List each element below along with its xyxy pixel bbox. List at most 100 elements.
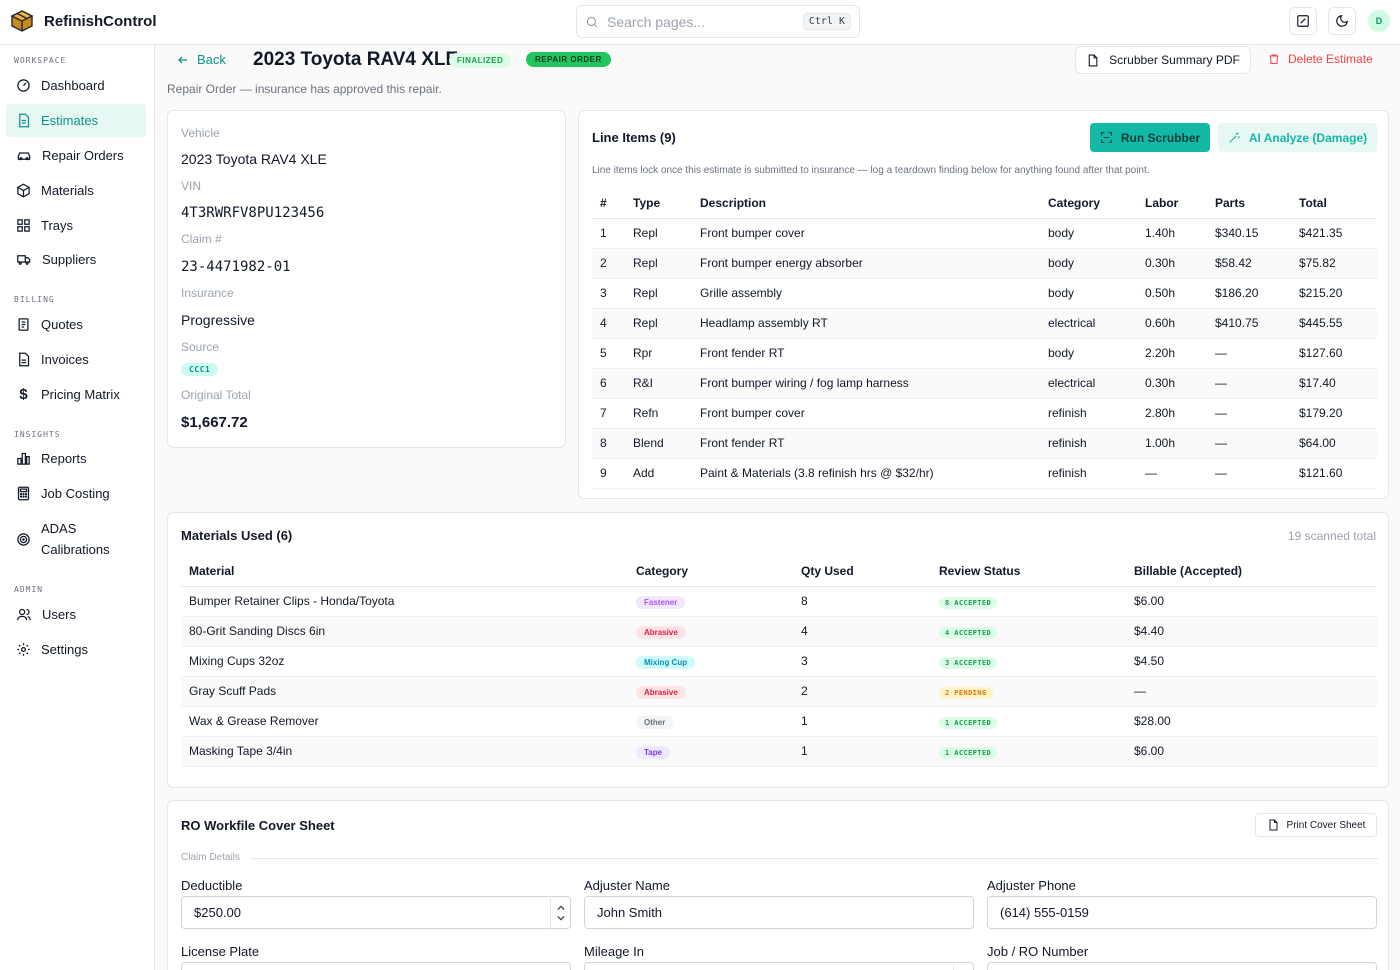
- cell-total: $75.82: [1299, 248, 1377, 279]
- cell-cat: electrical: [1048, 368, 1145, 399]
- arrow-left-icon: [178, 56, 187, 63]
- cell-type: Repl: [633, 278, 700, 309]
- back-link[interactable]: Back: [177, 52, 226, 67]
- mileage-in-input[interactable]: [584, 962, 974, 970]
- sidebar-item-users[interactable]: Users: [6, 598, 146, 631]
- cover-sheet-title: RO Workfile Cover Sheet: [181, 818, 335, 833]
- box-logo-icon: [10, 10, 34, 32]
- scrubber-summary-pdf-button[interactable]: Scrubber Summary PDF: [1075, 46, 1251, 74]
- pdf-file-icon: [1088, 54, 1098, 66]
- sidebar-item-dashboard[interactable]: Dashboard: [6, 69, 146, 102]
- sidebar-section-billing: BILLING: [14, 295, 55, 304]
- ai-analyze-button[interactable]: AI Analyze (Damage): [1218, 123, 1377, 152]
- delete-estimate-button[interactable]: Delete Estimate: [1268, 52, 1373, 66]
- adjuster-name-input[interactable]: [584, 896, 974, 929]
- sidebar-item-invoices[interactable]: Invoices: [6, 343, 146, 376]
- license-plate-input[interactable]: [181, 962, 571, 970]
- table-row[interactable]: 8 Blend Front fender RT refinish 1.00h — $64.0…: [592, 428, 1377, 459]
- column-header: Material: [181, 556, 636, 587]
- sidebar-item-reports[interactable]: Reports: [6, 442, 146, 475]
- sidebar-item-pricing-matrix[interactable]: $ Pricing Matrix: [6, 378, 146, 411]
- cell-review-status: 2 PENDING: [939, 676, 1134, 707]
- line-items-table: # Type Description Category Labor Parts …: [592, 188, 1377, 489]
- table-row[interactable]: Gray Scuff Pads Abrasive 2 2 PENDING —: [181, 676, 1377, 707]
- cell-review-status: 8 ACCEPTED: [939, 586, 1134, 617]
- line-items-title: Line Items (9): [592, 130, 676, 145]
- cell-parts: $58.42: [1215, 248, 1299, 279]
- job-number-input[interactable]: [987, 962, 1377, 970]
- theme-toggle-button[interactable]: [1328, 7, 1356, 35]
- deductible-stepper[interactable]: [550, 896, 570, 929]
- cell-num: 7: [592, 398, 633, 429]
- category-chip: Mixing Cup: [636, 655, 696, 669]
- cell-labor: 0.30h: [1145, 368, 1215, 399]
- status-badge: 3 ACCEPTED: [939, 656, 998, 669]
- cell-num: 2: [592, 248, 633, 279]
- sidebar-item-quotes[interactable]: Quotes: [6, 308, 146, 341]
- brand[interactable]: RefinishControl: [10, 9, 157, 33]
- search-input[interactable]: [607, 13, 803, 30]
- table-row[interactable]: Wax & Grease Remover Other 1 1 ACCEPTED $28.…: [181, 706, 1377, 737]
- chevron-up-icon[interactable]: [556, 905, 565, 911]
- sidebar-item-materials[interactable]: Materials: [6, 174, 146, 207]
- calculator-icon: [17, 486, 30, 501]
- sidebar-item-estimates[interactable]: Estimates: [6, 104, 146, 137]
- mileage-stepper[interactable]: [953, 962, 973, 970]
- adjuster-phone-input[interactable]: [987, 896, 1377, 929]
- cell-billable: $6.00: [1134, 586, 1377, 617]
- file-icon: [19, 352, 30, 367]
- cell-qty: 1: [801, 736, 939, 767]
- chevron-down-icon[interactable]: [556, 915, 565, 921]
- cell-parts: $186.20: [1215, 278, 1299, 309]
- table-row[interactable]: 1 Repl Front bumper cover body 1.40h $340.15 $…: [592, 218, 1377, 249]
- sidebar-item-adas-calibrations[interactable]: ADAS Calibrations: [6, 516, 146, 562]
- sidebar-item-label: Materials: [41, 183, 94, 198]
- dollar-icon: $: [19, 386, 28, 403]
- cell-billable: $4.50: [1134, 646, 1377, 677]
- sidebar-item-label: ADAS Calibrations: [41, 521, 110, 557]
- sidebar-item-label: Settings: [41, 642, 88, 657]
- sidebar-item-suppliers[interactable]: Suppliers: [6, 243, 146, 276]
- cell-material: Gray Scuff Pads: [181, 676, 636, 707]
- search-box[interactable]: Ctrl K: [576, 5, 860, 38]
- table-row[interactable]: 5 Rpr Front fender RT body 2.20h — $127.60: [592, 338, 1377, 369]
- table-row[interactable]: 9 Add Paint & Materials (3.8 refinish hrs …: [592, 458, 1377, 489]
- avatar[interactable]: D: [1368, 10, 1390, 32]
- column-header: #: [592, 188, 633, 219]
- sidebar-item-trays[interactable]: Trays: [6, 209, 146, 242]
- table-row[interactable]: 2 Repl Front bumper energy absorber body 0.3…: [592, 248, 1377, 279]
- table-row[interactable]: 6 R&I Front bumper wiring / fog lamp harne…: [592, 368, 1377, 399]
- vin-value: 4T3RWRFV8PU123456: [181, 205, 325, 221]
- table-row[interactable]: 80-Grit Sanding Discs 6in Abrasive 4 4 ACCE…: [181, 616, 1377, 647]
- adjuster-name-label: Adjuster Name: [584, 878, 670, 893]
- cell-parts: —: [1215, 338, 1299, 369]
- sidebar-item-settings[interactable]: Settings: [6, 633, 146, 666]
- cell-category: Mixing Cup: [636, 646, 801, 677]
- cell-cat: refinish: [1048, 398, 1145, 429]
- table-row[interactable]: 4 Repl Headlamp assembly RT electrical 0.60h…: [592, 308, 1377, 339]
- cell-desc: Front bumper wiring / fog lamp harness: [700, 368, 1048, 399]
- gear-icon: [17, 643, 30, 656]
- sidebar-item-repair-orders[interactable]: Repair Orders: [6, 139, 146, 172]
- table-row[interactable]: 3 Repl Grille assembly body 0.50h $186.20 $215…: [592, 278, 1377, 309]
- cell-billable: $6.00: [1134, 736, 1377, 767]
- vin-label: VIN: [181, 179, 202, 193]
- edit-toggle-button[interactable]: [1289, 7, 1317, 35]
- cell-type: Repl: [633, 308, 700, 339]
- run-scrubber-button[interactable]: Run Scrubber: [1090, 123, 1210, 152]
- cell-parts: —: [1215, 368, 1299, 399]
- print-cover-sheet-button[interactable]: Print Cover Sheet: [1255, 813, 1377, 837]
- table-row[interactable]: Bumper Retainer Clips - Honda/Toyota Fast…: [181, 586, 1377, 617]
- cell-desc: Front fender RT: [700, 338, 1048, 369]
- table-row[interactable]: Mixing Cups 32oz Mixing Cup 3 3 ACCEPTED $4.…: [181, 646, 1377, 677]
- sidebar-item-label: Users: [42, 607, 76, 622]
- column-header: Total: [1299, 188, 1377, 219]
- cell-labor: 2.80h: [1145, 398, 1215, 429]
- printer-file-icon: [1269, 819, 1278, 831]
- cell-parts: —: [1215, 428, 1299, 459]
- deductible-input[interactable]: [181, 896, 571, 929]
- sidebar-item-job-costing[interactable]: Job Costing: [6, 477, 146, 510]
- table-row[interactable]: 7 Refn Front bumper cover refinish 2.80h — $17…: [592, 398, 1377, 429]
- table-row[interactable]: Masking Tape 3/4in Tape 1 1 ACCEPTED $6.00: [181, 736, 1377, 767]
- cell-category: Other: [636, 706, 801, 737]
